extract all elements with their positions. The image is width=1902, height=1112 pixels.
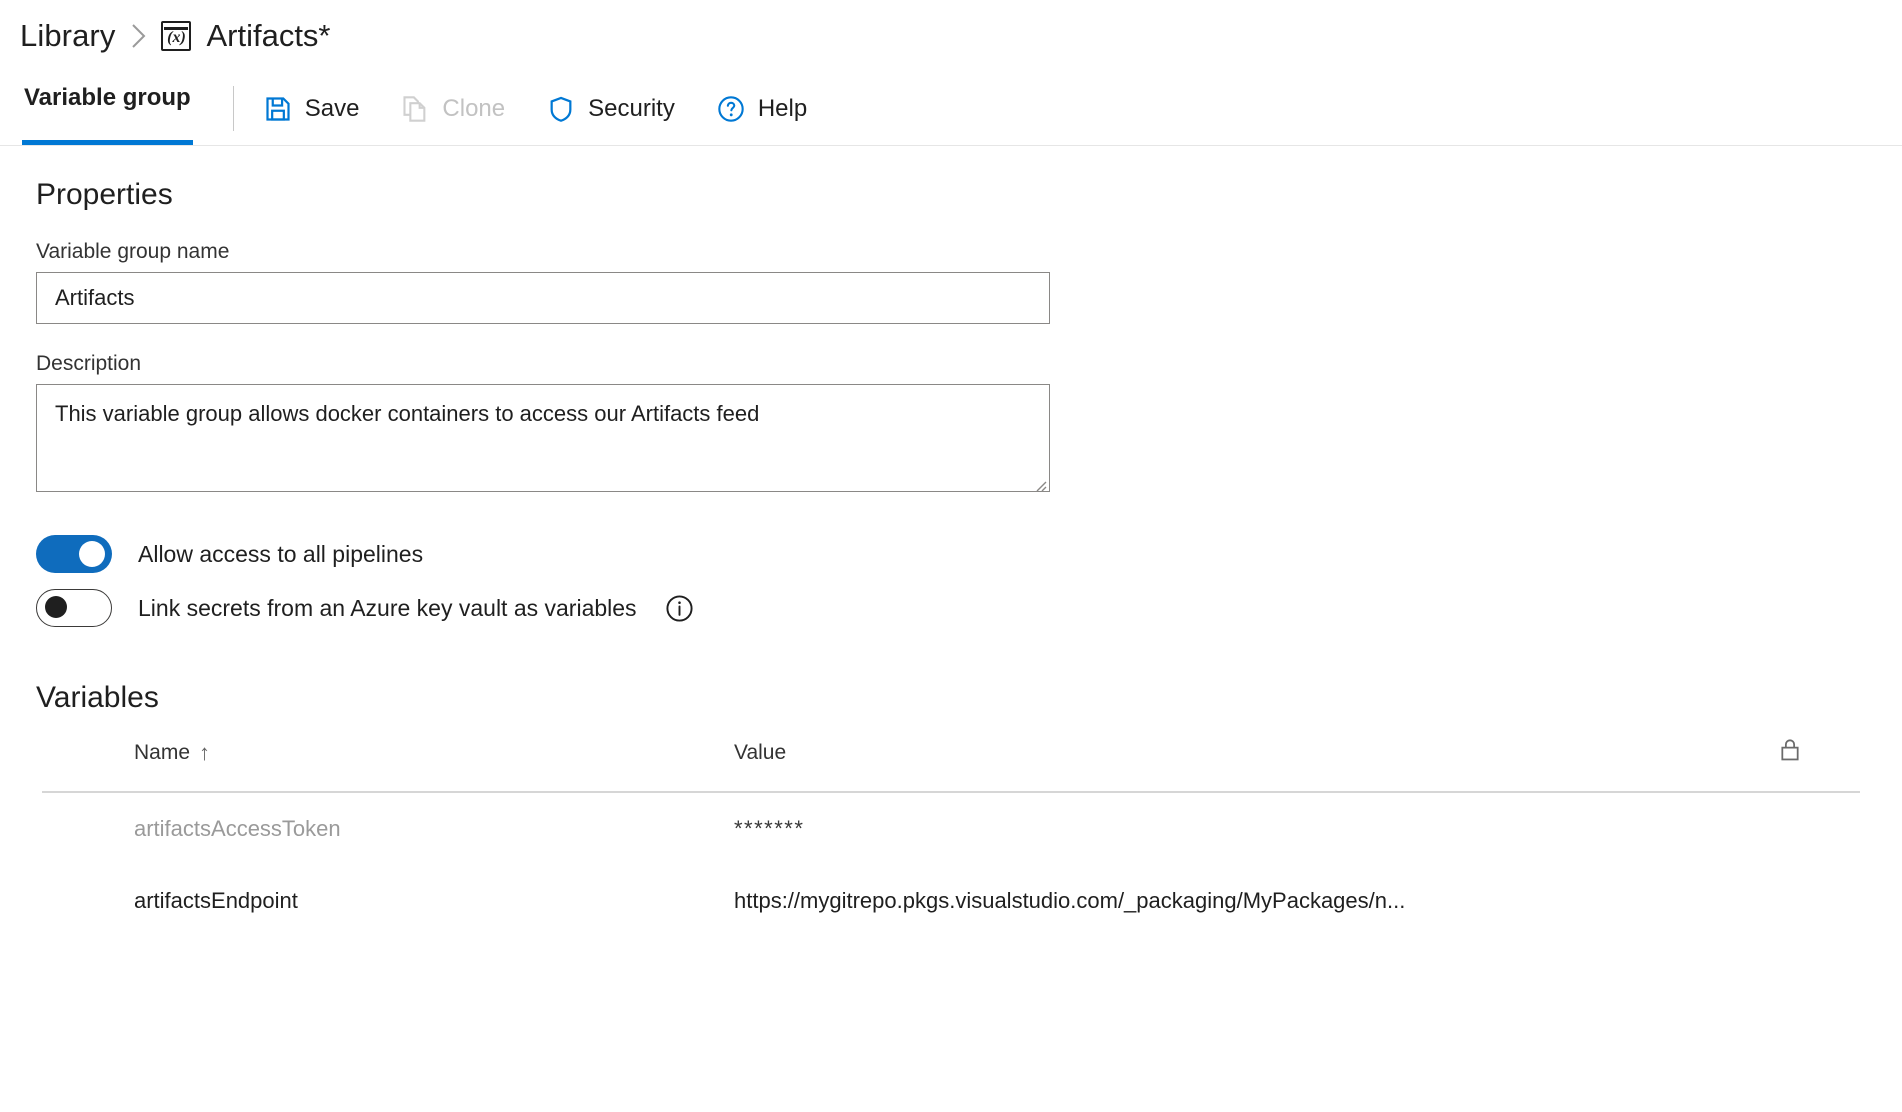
breadcrumb-link-library[interactable]: Library <box>20 18 115 54</box>
allow-access-all-pipelines-toggle[interactable] <box>36 535 112 573</box>
shield-icon <box>547 95 575 123</box>
tab-active-indicator <box>22 140 193 145</box>
properties-heading: Properties <box>36 178 173 211</box>
key-vault-toggle-row: Link secrets from an Azure key vault as … <box>36 589 1880 627</box>
column-header-name[interactable]: Name ↑ <box>134 740 734 766</box>
allow-access-all-pipelines-label: Allow access to all pipelines <box>138 540 424 567</box>
description-field-wrap: This variable group allows docker contai… <box>36 384 1050 497</box>
save-label: Save <box>304 94 360 122</box>
column-header-value-label: Value <box>734 741 787 764</box>
variable-value-cell: ******* <box>734 816 805 841</box>
toolbar-divider <box>232 86 234 131</box>
column-header-name-label: Name <box>134 741 191 764</box>
allow-access-toggle-row: Allow access to all pipelines <box>36 535 1880 573</box>
breadcrumb: Library (x) Artifacts* <box>0 0 1902 72</box>
help-button[interactable]: Help <box>717 95 807 123</box>
save-icon <box>264 95 292 123</box>
variable-value-cell: https://mygitrepo.pkgs.visualstudio.com/… <box>734 888 1406 913</box>
variable-name-cell: artifactsEndpoint <box>134 888 298 913</box>
breadcrumb-current-artifacts: Artifacts* <box>206 18 331 53</box>
main-content: Properties Variable group name Descripti… <box>0 178 1902 937</box>
link-key-vault-secrets-label: Link secrets from an Azure key vault as … <box>138 594 637 621</box>
security-label: Security <box>588 94 675 122</box>
variable-name-cell: artifactsAccessToken <box>134 816 341 841</box>
variables-table-header: Name ↑ Value <box>42 739 1860 793</box>
sort-ascending-icon: ↑ <box>199 740 211 765</box>
tab-variable-group[interactable]: Variable group <box>22 72 193 145</box>
variable-group-name-label: Variable group name <box>36 240 230 263</box>
clone-label: Clone <box>442 94 506 122</box>
link-key-vault-secrets-toggle[interactable] <box>36 589 112 627</box>
column-header-lock <box>1778 737 1838 769</box>
description-textarea[interactable]: This variable group allows docker contai… <box>36 384 1050 492</box>
toggle-knob <box>45 596 67 618</box>
help-label: Help <box>757 94 808 122</box>
clone-button[interactable]: Clone <box>401 95 505 123</box>
save-button[interactable]: Save <box>264 94 360 123</box>
description-label: Description <box>36 352 142 375</box>
chevron-right-icon <box>131 23 147 49</box>
variable-group-name-input[interactable] <box>36 272 1050 324</box>
lock-icon <box>1778 737 1802 769</box>
info-icon[interactable] <box>665 594 694 623</box>
table-row[interactable]: artifactsAccessToken ******* <box>22 793 1880 865</box>
clone-icon <box>401 95 429 123</box>
variables-table: Name ↑ Value artifactsAccessToken ******… <box>22 739 1880 937</box>
column-header-value[interactable]: Value <box>734 741 1778 765</box>
variable-group-icon-glyph: (x) <box>167 29 186 46</box>
variables-heading: Variables <box>36 681 159 714</box>
table-row[interactable]: artifactsEndpoint https://mygitrepo.pkgs… <box>22 865 1880 937</box>
variable-group-icon: (x) <box>161 21 192 51</box>
security-button[interactable]: Security <box>547 95 675 123</box>
tab-variable-group-label: Variable group <box>24 83 191 111</box>
toolbar: Variable group Save Clone Security Help <box>0 72 1902 146</box>
help-icon <box>717 95 745 123</box>
toggle-knob <box>79 541 105 567</box>
